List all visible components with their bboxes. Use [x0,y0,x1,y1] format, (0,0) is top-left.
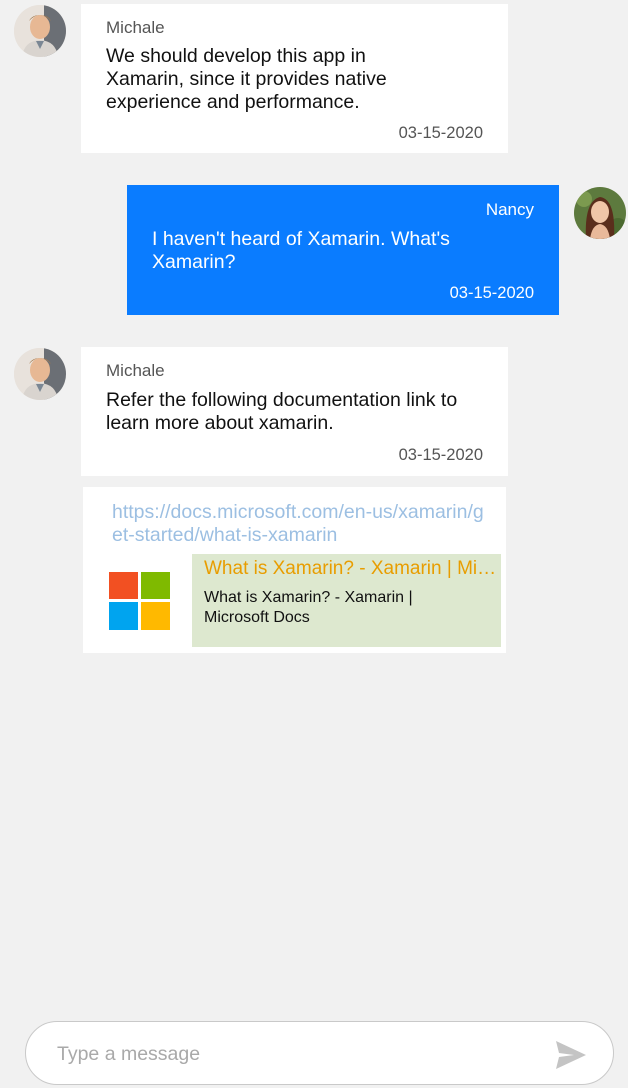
link-preview-details[interactable]: What is Xamarin? - Xamarin | Microsoft D… [192,554,501,647]
message-author: Nancy [485,200,534,219]
message-bubble-3: Michale Refer the following documentatio… [81,347,508,476]
avatar-nancy [574,187,626,239]
message-text: Refer the following documentation link t… [106,389,458,434]
avatar-michale [14,348,66,400]
message-text: We should develop this app in Xamarin, s… [106,45,387,113]
avatar-michale-image [14,5,66,57]
avatar-michale-image [14,348,66,400]
link-url[interactable]: https://docs.microsoft.com/en-us/xamarin… [112,501,492,547]
message-timestamp: 03-15-2020 [398,124,483,142]
message-timestamp: 03-15-2020 [449,284,534,302]
avatar-michale [14,5,66,57]
message-text: I haven't heard of Xamarin. What's Xamar… [152,228,450,273]
message-input[interactable] [55,1036,539,1072]
message-bubble-2: Nancy I haven't heard of Xamarin. What's… [127,185,559,315]
link-preview-description: What is Xamarin? - Xamarin | Microsoft D… [204,589,413,626]
link-preview-card[interactable]: https://docs.microsoft.com/en-us/xamarin… [83,487,506,653]
message-timestamp: 03-15-2020 [398,446,483,464]
message-composer [25,1021,614,1085]
send-icon[interactable] [556,1041,586,1069]
message-bubble-1: Michale We should develop this app in Xa… [81,4,508,153]
link-preview-title[interactable]: What is Xamarin? - Xamarin | Microsoft D… [204,558,500,580]
microsoft-logo-icon [109,572,170,630]
message-author: Michale [106,18,165,37]
avatar-nancy-image [574,187,626,239]
message-author: Michale [106,361,165,380]
